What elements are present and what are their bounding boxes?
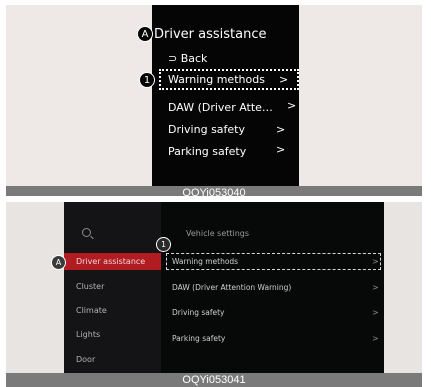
menu-item-driving-safety[interactable]: Driving safety xyxy=(172,308,225,317)
menu-item-parking-safety[interactable]: Parking safety xyxy=(172,334,225,343)
callout-a-icon: A xyxy=(51,255,66,270)
menu-item-daw[interactable]: DAW (Driver Attention Warning) xyxy=(172,283,291,292)
figure-caption: OQYi053040 xyxy=(6,186,422,196)
menu-item-parking-safety[interactable]: Parking safety xyxy=(168,145,246,158)
sidebar-item-lights[interactable]: Lights xyxy=(76,330,100,339)
chevron-right-icon: > xyxy=(279,73,289,86)
chevron-right-icon: > xyxy=(276,123,286,136)
panel-1: A Driver assistance ⊃ Back 1 Warning met… xyxy=(6,5,422,196)
sidebar-item-door[interactable]: Door xyxy=(76,355,95,364)
chevron-right-icon: > xyxy=(287,99,297,112)
menu-item-driving-safety[interactable]: Driving safety xyxy=(168,123,245,136)
chevron-right-icon: > xyxy=(372,283,379,292)
menu-header: A Driver assistance xyxy=(137,26,266,42)
sidebar-item-driver-assistance[interactable]: Driver assistance xyxy=(76,257,145,266)
callout-1-icon: 1 xyxy=(156,237,171,252)
sidebar-item-cluster[interactable]: Cluster xyxy=(76,282,104,291)
back-button[interactable]: ⊃ Back xyxy=(168,52,207,65)
callout-a-icon: A xyxy=(137,26,153,42)
figure-caption: OQYi053041 xyxy=(6,373,422,387)
menu-item-warning-methods[interactable]: Warning methods xyxy=(168,73,265,86)
sidebar-item-climate[interactable]: Climate xyxy=(76,306,107,315)
menu-title: Driver assistance xyxy=(154,26,267,42)
page-title: Vehicle settings xyxy=(186,229,250,238)
chevron-right-icon: > xyxy=(276,143,286,156)
search-icon[interactable] xyxy=(82,228,91,237)
menu-item-warning-methods[interactable]: Warning methods xyxy=(172,257,238,266)
chevron-right-icon: > xyxy=(372,308,379,317)
menu-item-daw[interactable]: DAW (Driver Atte… xyxy=(168,101,273,114)
callout-1-icon: 1 xyxy=(139,72,155,88)
panel-2: Driver assistance Cluster Climate Lights… xyxy=(6,202,422,387)
chevron-right-icon: > xyxy=(372,257,379,266)
chevron-right-icon: > xyxy=(372,334,379,343)
